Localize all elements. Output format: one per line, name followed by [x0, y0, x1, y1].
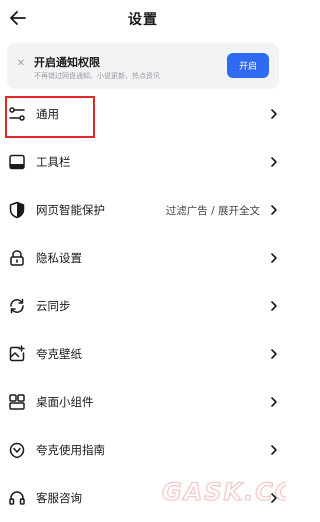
chevron-right-icon: [271, 445, 277, 455]
chevron-right-icon: [271, 253, 277, 263]
sync-icon: [10, 298, 24, 314]
menu-item-label: 云同步: [36, 299, 71, 313]
chevron-right-icon: [271, 109, 277, 119]
menu-item-value: 过滤广告 / 展开全文: [165, 205, 260, 217]
settings-menu: 通用 工具栏 网页智能保护 过滤广告 / 展开全文 隐私设置 云同步 夸克壁纸 …: [0, 90, 286, 522]
menu-item-label: 夸克壁纸: [36, 347, 82, 361]
widget-icon: [9, 394, 25, 410]
menu-item-web-protection[interactable]: 网页智能保护 过滤广告 / 展开全文: [0, 186, 286, 234]
menu-item-label: 隐私设置: [36, 251, 82, 265]
chevron-right-icon: [271, 301, 277, 311]
guide-icon: [9, 442, 25, 459]
menu-item-label: 夸克使用指南: [36, 443, 105, 457]
svg-text:GASK.CC: GASK.CC: [162, 478, 286, 506]
watermark-logo: GASK.CC: [161, 477, 286, 506]
notification-permission-banner: ✕ 开启通知权限 不再错过网盘通知、小说更新、热点资讯 开启: [7, 43, 279, 89]
menu-item-label: 网页智能保护: [36, 203, 105, 217]
top-bar: 设置: [0, 0, 286, 38]
shield-icon: [9, 201, 25, 219]
page-title: 设置: [128, 12, 158, 28]
sliders-icon: [9, 107, 25, 121]
chevron-right-icon: [271, 205, 277, 215]
menu-item-widgets[interactable]: 桌面小组件: [0, 378, 286, 426]
close-icon[interactable]: ✕: [16, 59, 26, 69]
chevron-right-icon: [271, 157, 277, 167]
notice-subtitle: 不再错过网盘通知、小说更新、热点资讯: [34, 72, 160, 80]
menu-item-general[interactable]: 通用: [0, 90, 286, 138]
toolbar-icon: [9, 154, 25, 170]
chevron-right-icon: [271, 397, 277, 407]
lock-icon: [10, 250, 24, 266]
notice-title: 开启通知权限: [34, 56, 100, 69]
menu-item-toolbar[interactable]: 工具栏: [0, 138, 286, 186]
menu-item-cloud-sync[interactable]: 云同步: [0, 282, 286, 330]
enable-notifications-button[interactable]: 开启: [227, 53, 269, 78]
menu-item-label: 桌面小组件: [36, 395, 94, 409]
menu-item-wallpaper[interactable]: 夸克壁纸: [0, 330, 286, 378]
headset-icon: [9, 491, 25, 505]
menu-item-label: 通用: [36, 107, 59, 121]
menu-item-label: 工具栏: [36, 155, 71, 169]
chevron-right-icon: [271, 349, 277, 359]
menu-item-guide[interactable]: 夸克使用指南: [0, 426, 286, 474]
menu-item-privacy[interactable]: 隐私设置: [0, 234, 286, 282]
wallpaper-icon: [9, 345, 25, 362]
menu-item-label: 客服咨询: [36, 491, 82, 505]
